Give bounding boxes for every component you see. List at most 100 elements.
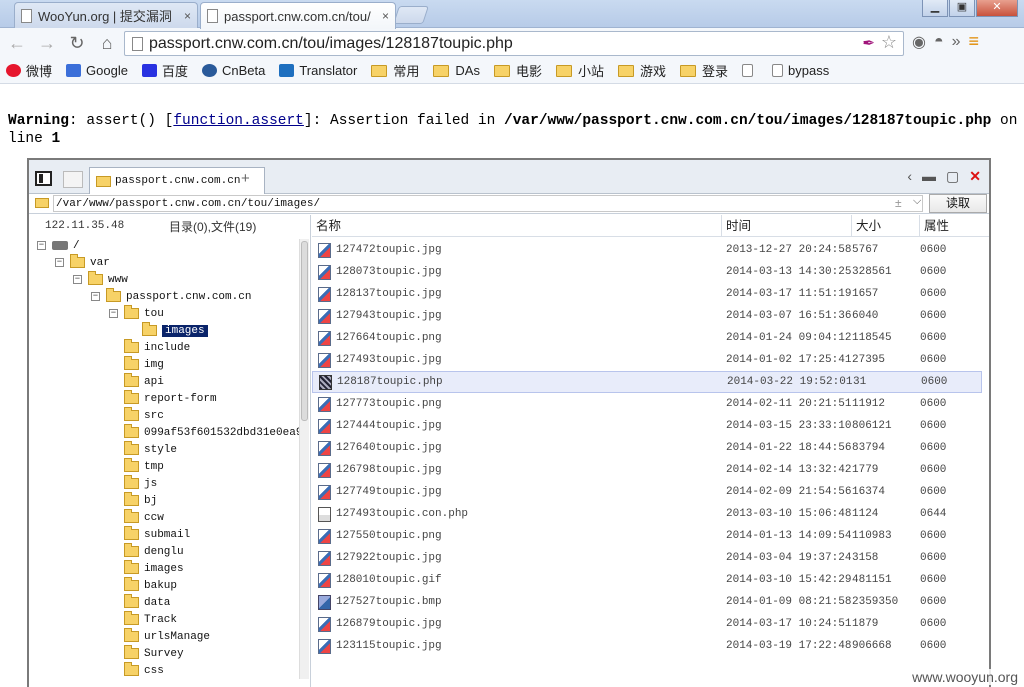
tree-node-label[interactable]: images: [144, 563, 184, 575]
file-row[interactable]: 127773toupic.png 2014-02-11 20:21:51 11912…: [312, 393, 982, 415]
tree-node-label[interactable]: style: [144, 444, 177, 456]
panel-toggle-icon[interactable]: [35, 171, 52, 186]
bookmark-star-icon[interactable]: ☆: [881, 32, 897, 53]
file-name-cell[interactable]: 128073toupic.jpg: [312, 264, 722, 280]
read-button[interactable]: 读取: [929, 194, 987, 213]
file-name[interactable]: 128073toupic.jpg: [336, 266, 442, 278]
browser-tab-wooyun[interactable]: WooYun.org | 提交漏洞 ×: [14, 2, 198, 28]
tree-node-label[interactable]: /: [73, 240, 80, 252]
tree-node[interactable]: − /: [37, 237, 80, 254]
bookmark-folder-xiaozhan[interactable]: 小站: [555, 61, 604, 80]
close-window-button[interactable]: ✕: [976, 0, 1018, 17]
tree-node[interactable]: style: [109, 441, 177, 458]
tree-node-label[interactable]: ccw: [144, 512, 164, 524]
collapse-toggle-icon[interactable]: −: [91, 292, 100, 301]
file-name-cell[interactable]: 126798toupic.jpg: [312, 462, 722, 478]
tree-node-label[interactable]: bj: [144, 495, 157, 507]
scrollbar-thumb[interactable]: [301, 241, 308, 421]
path-input[interactable]: [53, 195, 923, 212]
new-tab-button[interactable]: [393, 6, 429, 24]
file-row[interactable]: 127664toupic.png 2014-01-24 09:04:12 11854…: [312, 327, 982, 349]
bookmark-folder-das[interactable]: DAs: [433, 63, 480, 78]
plus-minus-icon[interactable]: ±: [895, 196, 902, 210]
file-row[interactable]: 127749toupic.jpg 2014-02-09 21:54:56 16374…: [312, 481, 982, 503]
tree-node-label[interactable]: css: [144, 665, 164, 677]
file-name-cell[interactable]: 127749toupic.jpg: [312, 484, 722, 500]
bookmark-blank-page[interactable]: [742, 64, 758, 77]
tree-node-label[interactable]: bakup: [144, 580, 177, 592]
file-name[interactable]: 126879toupic.jpg: [336, 618, 442, 630]
file-name[interactable]: 128010toupic.gif: [336, 574, 442, 586]
file-name[interactable]: 127640toupic.jpg: [336, 442, 442, 454]
collapse-toggle-icon[interactable]: −: [73, 275, 82, 284]
file-name-cell[interactable]: 127550toupic.png: [312, 528, 722, 544]
bookmark-folder-changyong[interactable]: 常用: [371, 61, 419, 80]
file-name-cell[interactable]: 127773toupic.png: [312, 396, 722, 412]
file-name[interactable]: 127749toupic.jpg: [336, 486, 442, 498]
file-name[interactable]: 127472toupic.jpg: [336, 244, 442, 256]
feather-extension-icon[interactable]: ✒: [862, 34, 875, 52]
file-name[interactable]: 123115toupic.jpg: [336, 640, 442, 652]
collapse-toggle-icon[interactable]: −: [55, 258, 64, 267]
file-name-cell[interactable]: 127527toupic.bmp: [312, 594, 722, 610]
file-name[interactable]: 127550toupic.png: [336, 530, 442, 542]
bookmark-translator[interactable]: Translator: [279, 63, 357, 78]
tree-node-label[interactable]: www: [108, 274, 128, 286]
bookmark-folder-denglu[interactable]: 登录: [680, 61, 728, 80]
tree-node-label[interactable]: report-form: [144, 393, 217, 405]
tree-node[interactable]: − var: [55, 254, 110, 271]
file-row[interactable]: 126879toupic.jpg 2014-03-17 10:24:51 1879 0…: [312, 613, 982, 635]
file-name-cell[interactable]: 127493toupic.con.php: [312, 506, 722, 522]
function-assert-link[interactable]: function.assert: [173, 113, 304, 129]
file-name-cell[interactable]: 123115toupic.jpg: [312, 638, 722, 654]
tree-node[interactable]: api: [109, 373, 164, 390]
file-row[interactable]: 127550toupic.png 2014-01-13 14:09:54 11098…: [312, 525, 982, 547]
minimize-icon[interactable]: ▬: [922, 168, 936, 185]
file-name-cell[interactable]: 127444toupic.jpg: [312, 418, 722, 434]
file-name-cell[interactable]: 127922toupic.jpg: [312, 550, 722, 566]
tree-node[interactable]: ccw: [109, 509, 164, 526]
forward-arrow-icon[interactable]: →: [34, 30, 60, 56]
tree-node[interactable]: src: [109, 407, 164, 424]
file-row[interactable]: 127943toupic.jpg 2014-03-07 16:51:36 6040 0…: [312, 305, 982, 327]
tree-node[interactable]: 099af53f601532dbd31e0ea99: [109, 424, 309, 441]
file-name-cell[interactable]: 127664toupic.png: [312, 330, 722, 346]
tree-node-label[interactable]: tmp: [144, 461, 164, 473]
globe-icon[interactable]: ◉: [912, 32, 926, 52]
tree-node-label[interactable]: include: [144, 342, 190, 354]
file-row[interactable]: 128073toupic.jpg 2014-03-13 14:30:25 32856…: [312, 261, 982, 283]
add-tab-button[interactable]: +: [241, 170, 250, 187]
tree-node[interactable]: submail: [109, 526, 190, 543]
back-arrow-icon[interactable]: ←: [4, 30, 30, 56]
file-name[interactable]: 128187toupic.php: [337, 376, 443, 388]
tree-node[interactable]: images: [127, 322, 208, 339]
tree-node-label[interactable]: img: [144, 359, 164, 371]
tree-node-label[interactable]: submail: [144, 529, 190, 541]
tree-node[interactable]: data: [109, 594, 170, 611]
tree-node[interactable]: − www: [73, 271, 128, 288]
tree-node[interactable]: report-form: [109, 390, 217, 407]
tree-node-label[interactable]: passport.cnw.com.cn: [126, 291, 251, 303]
tree-node[interactable]: − tou: [109, 305, 164, 322]
file-row[interactable]: 128137toupic.jpg 2014-03-17 11:51:19 1657 0…: [312, 283, 982, 305]
tree-node-label[interactable]: src: [144, 410, 164, 422]
tree-node-label[interactable]: var: [90, 257, 110, 269]
file-row[interactable]: 127493toupic.con.php 2013-03-10 15:06:48 1…: [312, 503, 982, 525]
file-name[interactable]: 128137toupic.jpg: [336, 288, 442, 300]
file-name[interactable]: 127493toupic.jpg: [336, 354, 442, 366]
tree-node-label[interactable]: api: [144, 376, 164, 388]
tree-node-label[interactable]: Survey: [144, 648, 184, 660]
tree-node[interactable]: Survey: [109, 645, 184, 662]
browser-tab-passport[interactable]: passport.cnw.com.cn/tou/ ×: [200, 2, 396, 29]
column-size[interactable]: 大小: [852, 215, 920, 237]
file-row[interactable]: 127444toupic.jpg 2014-03-15 23:33:10 80612…: [312, 415, 982, 437]
chevron-left-icon[interactable]: ‹: [907, 168, 912, 185]
tree-node[interactable]: tmp: [109, 458, 164, 475]
tree-node-label[interactable]: 099af53f601532dbd31e0ea99: [144, 427, 309, 439]
address-bar[interactable]: passport.cnw.com.cn/tou/images/128187tou…: [124, 31, 904, 56]
tab-close-icon[interactable]: ×: [184, 9, 191, 23]
file-name[interactable]: 126798toupic.jpg: [336, 464, 442, 476]
bookmark-google[interactable]: Google: [66, 63, 128, 78]
menu-icon[interactable]: ≡: [969, 31, 980, 52]
chevron-down-icon[interactable]: ⌵: [913, 195, 921, 208]
